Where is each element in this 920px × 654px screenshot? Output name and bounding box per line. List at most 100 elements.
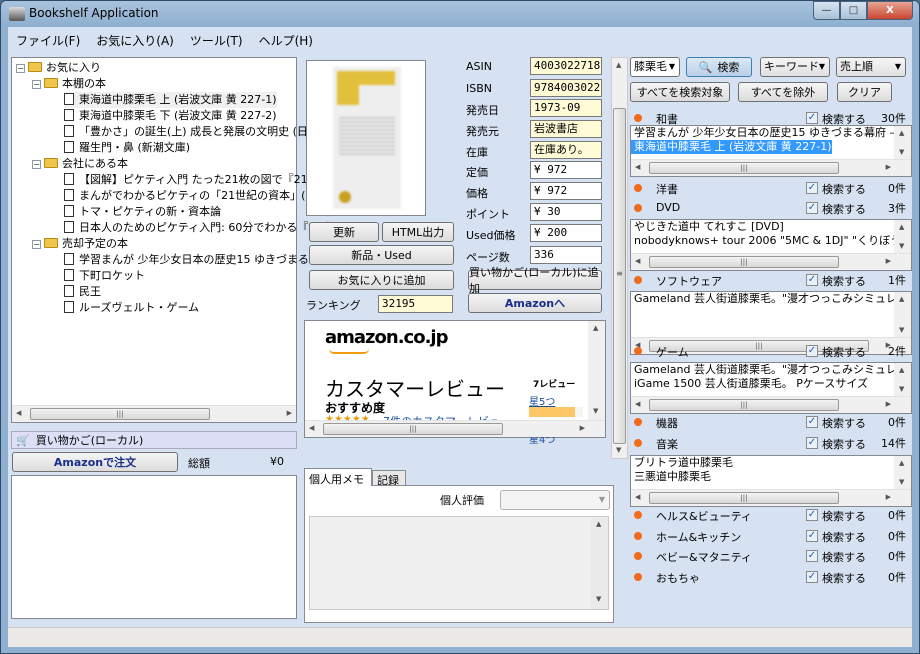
close-button[interactable]: X: [867, 1, 913, 20]
result-list[interactable]: やじきた道中 てれすこ [DVD] nobodyknows+ tour 2006 …: [630, 219, 912, 271]
result-item[interactable]: nobodyknows+ tour 2006 "5MC & 1DJ" "くりぼう…: [631, 234, 911, 248]
search-checkbox[interactable]: ✓: [806, 509, 818, 521]
maximize-button[interactable]: □: [840, 1, 867, 20]
list-vscrollbar[interactable]: ▲ ▼: [894, 220, 911, 254]
tree-item[interactable]: 東海道中膝栗毛 上 (岩波文庫 黄 227-1): [64, 92, 277, 108]
ranking-field[interactable]: 32195: [378, 295, 453, 313]
field-value[interactable]: 336: [530, 246, 602, 264]
list-hscrollbar[interactable]: ◀ ||| ▶: [631, 489, 911, 506]
tree-group[interactable]: − 本棚の本: [32, 76, 106, 92]
tree-group[interactable]: − 売却予定の本: [32, 236, 128, 252]
tree-hscrollbar[interactable]: ◀ ||| ▶: [12, 405, 296, 422]
field-value[interactable]: 4003022718: [530, 57, 602, 75]
result-count: 0件: [888, 182, 906, 195]
tree-item[interactable]: ルーズヴェルト・ゲーム: [64, 300, 199, 316]
result-item[interactable]: Gameland 芸人街道膝栗毛。"漫才つっこみシミュレーション".: [631, 363, 911, 377]
field-value[interactable]: 1973-09: [530, 99, 602, 117]
result-list[interactable]: Gameland 芸人街道膝栗毛。"漫才つっこみシミュレーション".iGame …: [630, 362, 912, 414]
search-checkbox[interactable]: ✓: [806, 550, 818, 562]
list-vscrollbar[interactable]: ▲ ▼: [894, 456, 911, 490]
search-checkbox[interactable]: ✓: [806, 182, 818, 194]
rating-select[interactable]: ▼: [500, 490, 610, 510]
star5-link[interactable]: 星5つ: [529, 393, 555, 408]
details-vscrollbar[interactable]: ▲ ≡ ▼: [611, 57, 628, 459]
field-value[interactable]: ¥ 972: [530, 161, 602, 179]
amazon-order-button[interactable]: Amazonで注文: [12, 452, 178, 472]
tree-item[interactable]: トマ・ピケティの新・資本論: [64, 204, 221, 220]
search-checkbox[interactable]: ✓: [806, 112, 818, 124]
search-checkbox[interactable]: ✓: [806, 571, 818, 583]
result-item[interactable]: 東海道中膝栗毛 上 (岩波文庫 黄 227-1): [631, 140, 832, 154]
tree-item-label: 羅生門・鼻 (新潮文庫): [79, 141, 191, 154]
favorites-tree[interactable]: ◀ ||| ▶ − お気に入り − 本棚の本 東海道中膝栗毛 上 (岩波文庫 黄 227…: [11, 57, 341, 423]
result-item[interactable]: やじきた道中 てれすこ [DVD]: [631, 220, 784, 234]
tree-root[interactable]: − お気に入り: [16, 60, 101, 76]
tab-record[interactable]: 記録: [372, 470, 406, 487]
tab-personal-memo[interactable]: 個人用メモ: [304, 468, 372, 486]
update-button[interactable]: 更新: [309, 222, 379, 242]
search-checkbox[interactable]: ✓: [806, 345, 818, 357]
collapse-icon[interactable]: −: [32, 80, 41, 89]
field-value[interactable]: ¥ 972: [530, 182, 602, 200]
list-vscrollbar[interactable]: ▲ ▼: [894, 126, 911, 160]
list-vscrollbar[interactable]: ▲ ▼: [894, 363, 911, 397]
search-checkbox[interactable]: ✓: [806, 202, 818, 214]
result-item[interactable]: ブリトラ道中膝栗毛: [631, 456, 733, 470]
result-item[interactable]: 三悪道中膝栗毛: [631, 470, 711, 484]
scroll-thumb[interactable]: ≡: [613, 108, 626, 444]
search-checkbox[interactable]: ✓: [806, 274, 818, 286]
scroll-thumb[interactable]: |||: [30, 408, 210, 420]
scroll-down-icon[interactable]: ▼: [616, 446, 621, 454]
tree-item[interactable]: 日本人のためのピケティ入門: 60分でわかる『21世: [64, 220, 333, 236]
add-to-cart-button[interactable]: 買い物かご(ローカル)に追加: [468, 266, 602, 295]
tree-group[interactable]: − 会社にある本: [32, 156, 128, 172]
collapse-icon[interactable]: −: [32, 160, 41, 169]
menu-favorites[interactable]: お気に入り(A): [88, 32, 182, 49]
new-used-button[interactable]: 新品・Used: [309, 245, 454, 265]
tree-item[interactable]: 下町ロケット: [64, 268, 145, 284]
cart-list[interactable]: [11, 475, 297, 619]
field-value[interactable]: ¥ 200: [530, 224, 602, 242]
result-list[interactable]: 学習まんが 少年少女日本の歴史15 ゆきづまる幕府 —… 東海道中膝栗毛 上 (岩…: [630, 125, 912, 177]
scroll-right-icon[interactable]: ▶: [287, 409, 292, 417]
list-hscrollbar[interactable]: ◀ ||| ▶: [631, 159, 911, 176]
memo-textarea[interactable]: ▲ ▼: [309, 516, 609, 610]
field-value[interactable]: ¥ 30: [530, 203, 602, 221]
search-checkbox[interactable]: ✓: [806, 416, 818, 428]
result-item[interactable]: 学習まんが 少年少女日本の歴史15 ゆきづまる幕府 —…: [631, 126, 911, 140]
review-vscrollbar[interactable]: ▲ ▼: [588, 321, 605, 421]
search-checkbox[interactable]: ✓: [806, 437, 818, 449]
list-hscrollbar[interactable]: ◀ ||| ▶: [631, 253, 911, 270]
scroll-up-icon[interactable]: ▲: [616, 61, 621, 69]
list-hscrollbar[interactable]: ◀ ||| ▶: [631, 396, 911, 413]
menu-file[interactable]: ファイル(F): [8, 32, 88, 49]
tree-item[interactable]: まんがでわかるピケティの「21世紀の資本」(まんが: [64, 188, 338, 204]
field-value[interactable]: 9784003022719: [530, 79, 602, 97]
tree-item[interactable]: 羅生門・鼻 (新潮文庫): [64, 140, 190, 156]
review-hscrollbar[interactable]: ◀ ||| ▶: [305, 420, 605, 437]
amazon-button[interactable]: Amazonへ: [468, 293, 602, 313]
search-checkbox[interactable]: ✓: [806, 530, 818, 542]
result-item[interactable]: iGame 1500 芸人街道膝栗毛。 Pケースサイズ: [631, 377, 868, 391]
html-export-button[interactable]: HTML出力: [382, 222, 454, 242]
result-list[interactable]: ブリトラ道中膝栗毛 三悪道中膝栗毛 ▲ ▼ ◀ ||| ▶: [630, 455, 912, 507]
field-value[interactable]: 在庫あり。: [530, 141, 602, 159]
tree-item[interactable]: 民王: [64, 284, 101, 300]
cart-title: 買い物かご(ローカル): [35, 434, 144, 447]
collapse-icon[interactable]: −: [32, 240, 41, 249]
tree-item[interactable]: 「豊かさ」の誕生(上) 成長と発展の文明史 (日経: [64, 124, 319, 140]
add-favorite-button[interactable]: お気に入りに追加: [309, 270, 454, 290]
tree-item[interactable]: 【図解】ピケティ入門 たった21枚の図で『21世紀の: [64, 172, 341, 188]
field-value[interactable]: 岩波書店: [530, 120, 602, 138]
list-vscrollbar[interactable]: ▲ ▼: [894, 292, 911, 338]
tree-item[interactable]: 東海道中膝栗毛 下 (岩波文庫 黄 227-2): [64, 108, 277, 124]
document-icon: [64, 285, 74, 297]
chevron-down-icon: ▼: [598, 495, 605, 504]
menu-help[interactable]: ヘルプ(H): [251, 32, 321, 49]
collapse-icon[interactable]: −: [16, 64, 25, 73]
scroll-left-icon[interactable]: ◀: [16, 409, 21, 417]
minimize-button[interactable]: —: [813, 1, 840, 20]
tree-item[interactable]: 学習まんが 少年少女日本の歴史15 ゆきづまる: [64, 252, 309, 268]
result-item[interactable]: Gameland 芸人街道膝栗毛。"漫才つっこみシミュレーション"...: [631, 292, 911, 306]
menu-tools[interactable]: ツール(T): [182, 32, 251, 49]
